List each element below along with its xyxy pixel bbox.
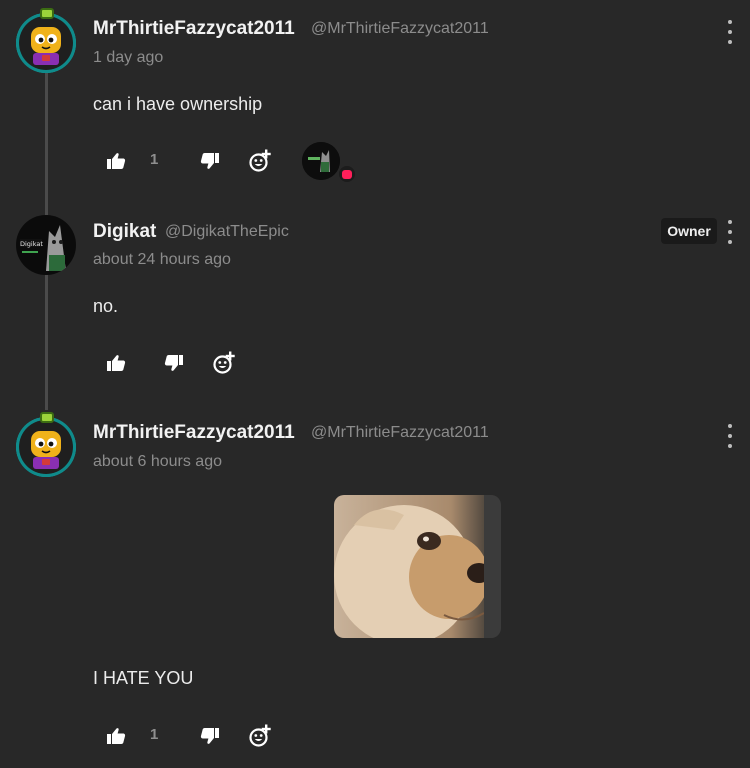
- like-button[interactable]: [103, 350, 129, 376]
- dislike-button[interactable]: [161, 350, 187, 376]
- crown-icon: [40, 8, 54, 19]
- more-options-button[interactable]: [722, 20, 738, 44]
- like-count: 1: [150, 726, 159, 743]
- thumbs-up-icon: [107, 728, 126, 744]
- dot: [728, 424, 732, 428]
- crying-dog-image: [334, 495, 501, 638]
- dot: [728, 444, 732, 448]
- user-avatar[interactable]: [16, 417, 76, 477]
- comment-timestamp: about 6 hours ago: [93, 453, 222, 470]
- comment-timestamp: 1 day ago: [93, 49, 164, 66]
- digikat-avatar-image: [302, 142, 340, 180]
- like-count: 1: [150, 151, 159, 168]
- comment-text: can i have ownership: [93, 94, 263, 114]
- comment-text: no.: [93, 296, 119, 316]
- add-reaction-button[interactable]: [247, 148, 273, 174]
- thumbs-down-icon: [200, 728, 219, 744]
- like-button[interactable]: [103, 148, 129, 174]
- username[interactable]: MrThirtieFazzycat2011: [93, 18, 295, 40]
- like-button[interactable]: [103, 723, 129, 749]
- dot: [728, 230, 732, 234]
- dot: [728, 240, 732, 244]
- more-options-button[interactable]: [722, 220, 738, 244]
- dot: [728, 30, 732, 34]
- attached-image[interactable]: [334, 495, 501, 638]
- user-handle[interactable]: @DigikatTheEpic: [165, 223, 289, 241]
- digikat-avatar-image: Digikat: [16, 215, 76, 275]
- user-avatar[interactable]: Digikat: [16, 215, 76, 275]
- reactor-avatar[interactable]: [302, 142, 340, 180]
- username[interactable]: Digikat: [93, 221, 156, 243]
- more-options-button[interactable]: [722, 424, 738, 448]
- username[interactable]: MrThirtieFazzycat2011: [93, 422, 295, 444]
- thumbs-up-icon: [107, 153, 126, 169]
- crown-icon: [40, 412, 54, 423]
- dot: [728, 20, 732, 24]
- dot: [728, 220, 732, 224]
- mascot-avatar-image: [19, 16, 73, 70]
- thumbs-down-icon: [164, 355, 183, 371]
- dot: [728, 434, 732, 438]
- add-reaction-button[interactable]: [211, 350, 237, 376]
- mascot-avatar-image: [19, 420, 73, 474]
- thumbs-up-icon: [107, 355, 126, 371]
- add-reaction-icon: [249, 724, 271, 747]
- reaction-emoji-badge: [339, 166, 355, 182]
- thumbs-down-icon: [200, 153, 219, 169]
- reaction-emoji: [342, 169, 352, 179]
- add-reaction-button[interactable]: [247, 723, 273, 749]
- comment-thread: MrThirtieFazzycat2011 @MrThirtieFazzycat…: [0, 0, 750, 768]
- add-reaction-icon: [249, 149, 271, 172]
- user-avatar[interactable]: [16, 13, 76, 73]
- user-handle[interactable]: @MrThirtieFazzycat2011: [311, 424, 489, 442]
- user-handle[interactable]: @MrThirtieFazzycat2011: [311, 20, 489, 38]
- dot: [728, 40, 732, 44]
- owner-badge: Owner: [661, 218, 717, 244]
- comment-timestamp: about 24 hours ago: [93, 251, 231, 268]
- dislike-button[interactable]: [197, 723, 223, 749]
- add-reaction-icon: [213, 351, 235, 374]
- avatar-caption: Digikat: [20, 240, 43, 248]
- dislike-button[interactable]: [197, 148, 223, 174]
- comment-text: I HATE YOU: [93, 668, 194, 688]
